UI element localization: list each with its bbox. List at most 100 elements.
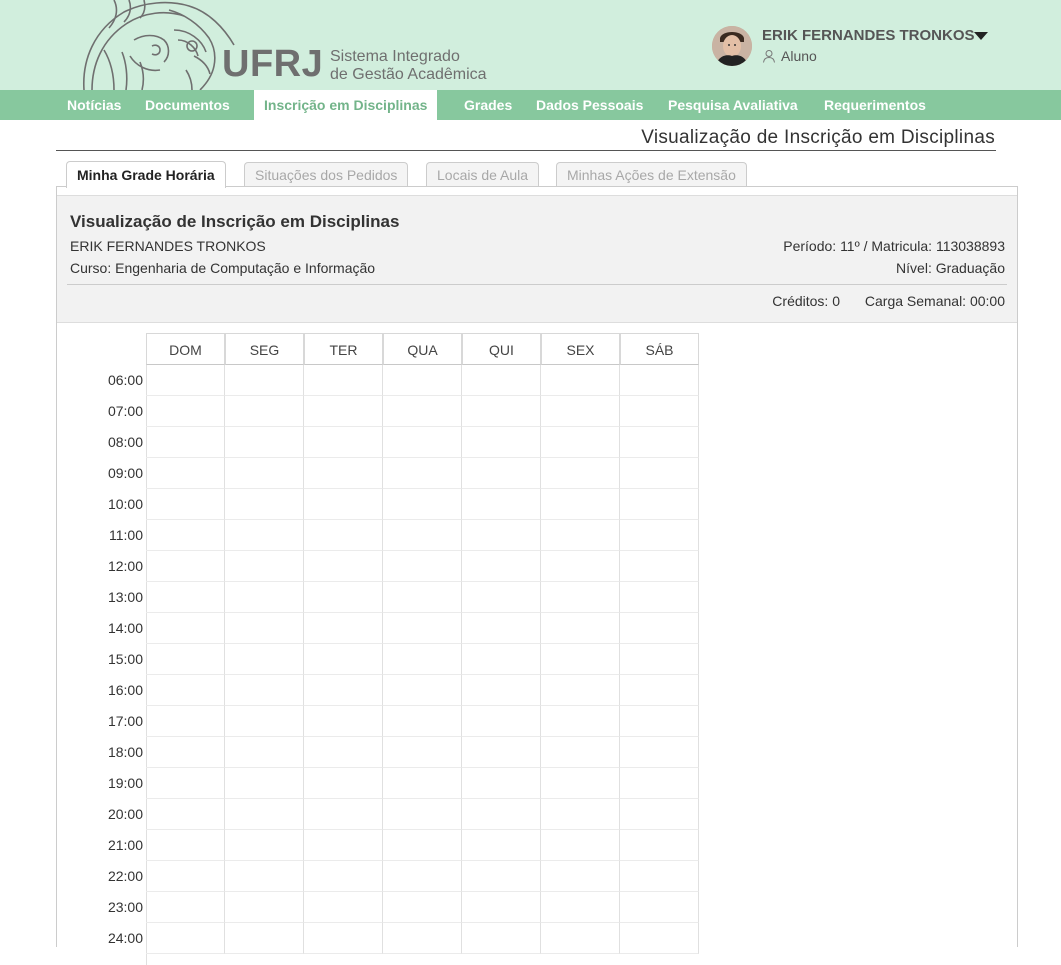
system-name-line2: de Gestão Acadêmica <box>330 66 487 83</box>
system-name: Sistema Integrado de Gestão Acadêmica <box>330 48 487 84</box>
top-header: UFRJ Sistema Integrado de Gestão Acadêmi… <box>0 0 1061 90</box>
course-name: Curso: Engenharia de Computação e Inform… <box>70 260 376 276</box>
schedule-cell <box>383 489 462 520</box>
info-divider <box>67 284 1007 285</box>
schedule-cell <box>225 799 304 830</box>
schedule-cell <box>146 458 225 489</box>
schedule-cell <box>541 892 620 923</box>
period-registration: Período: 11º / Matricula: 113038893 <box>783 238 1005 254</box>
schedule-cell <box>541 489 620 520</box>
tab-locais-de-aula[interactable]: Locais de Aula <box>426 162 540 187</box>
student-name: ERIK FERNANDES TRONKOS <box>70 238 266 254</box>
page-title: Visualização de Inscrição em Disciplinas <box>641 127 995 148</box>
schedule-cell <box>620 613 699 644</box>
schedule-cell <box>462 396 541 427</box>
schedule-cell <box>383 675 462 706</box>
schedule-cell <box>304 551 383 582</box>
schedule-cell <box>225 706 304 737</box>
schedule-cell <box>304 365 383 396</box>
hour-label: 11:00 <box>109 527 143 543</box>
nav-item-grades[interactable]: Grades <box>464 90 512 120</box>
schedule-cell <box>383 830 462 861</box>
schedule-cell <box>225 737 304 768</box>
nav-item-documentos[interactable]: Documentos <box>145 90 230 120</box>
schedule-cell <box>462 520 541 551</box>
schedule-cell <box>383 427 462 458</box>
level: Nível: Graduação <box>896 260 1005 276</box>
nav-item-requerimentos[interactable]: Requerimentos <box>824 90 926 120</box>
schedule-cell <box>146 892 225 923</box>
schedule-cell <box>383 892 462 923</box>
tab-situacoes-dos-pedidos[interactable]: Situações dos Pedidos <box>244 162 409 187</box>
schedule-cell <box>146 582 225 613</box>
schedule-cell <box>146 520 225 551</box>
user-name: ERIK FERNANDES TRONKOS <box>762 27 975 44</box>
schedule-cell <box>541 613 620 644</box>
schedule-cell <box>620 582 699 613</box>
schedule-cell <box>304 923 383 954</box>
schedule-cell <box>620 768 699 799</box>
schedule-cell <box>541 706 620 737</box>
schedule-cell <box>541 551 620 582</box>
schedule-cell <box>383 923 462 954</box>
hour-label: 21:00 <box>107 837 143 853</box>
schedule-cell <box>146 675 225 706</box>
schedule-cell <box>383 799 462 830</box>
ufrj-emblem-icon <box>83 0 235 90</box>
schedule-cell <box>304 706 383 737</box>
hour-label: 15:00 <box>107 651 143 667</box>
hour-label: 12:00 <box>107 558 143 574</box>
weekly-load: Carga Semanal: 00:00 <box>864 293 1005 309</box>
schedule-cell <box>462 458 541 489</box>
schedule-cell <box>462 799 541 830</box>
chevron-down-icon[interactable] <box>974 32 988 40</box>
schedule-cell <box>620 365 699 396</box>
schedule-cell <box>462 365 541 396</box>
nav-item-noticias[interactable]: Notícias <box>67 90 121 120</box>
enrollment-info-box: Visualização de Inscrição em Disciplinas… <box>57 195 1017 323</box>
user-icon <box>763 50 775 63</box>
tab-minhas-acoes-de-extensao[interactable]: Minhas Ações de Extensão <box>556 162 747 187</box>
schedule-cell <box>383 520 462 551</box>
schedule-cell <box>541 365 620 396</box>
hour-label: 07:00 <box>107 403 143 419</box>
schedule-cell <box>225 489 304 520</box>
avatar <box>712 26 752 66</box>
schedule-cell <box>225 551 304 582</box>
hour-label: 20:00 <box>107 806 143 822</box>
schedule-cell <box>146 768 225 799</box>
schedule-cell <box>462 675 541 706</box>
schedule-cell <box>620 830 699 861</box>
schedule-cell <box>225 365 304 396</box>
nav-item-inscricao-em-disciplinas[interactable]: Inscrição em Disciplinas <box>254 90 438 120</box>
tab-minha-grade-horaria[interactable]: Minha Grade Horária <box>66 161 226 188</box>
schedule-cell <box>304 675 383 706</box>
schedule-cell <box>146 644 225 675</box>
user-menu[interactable]: ERIK FERNANDES TRONKOS Aluno <box>712 26 1032 68</box>
schedule-cell <box>541 644 620 675</box>
schedule-cell <box>304 489 383 520</box>
schedule-cell <box>304 768 383 799</box>
hour-label: 22:00 <box>107 868 143 884</box>
schedule-cell <box>620 396 699 427</box>
schedule-cell <box>541 861 620 892</box>
nav-item-dados-pessoais[interactable]: Dados Pessoais <box>536 90 643 120</box>
nav-item-pesquisa-avaliativa[interactable]: Pesquisa Avaliativa <box>668 90 798 120</box>
schedule-cell <box>225 396 304 427</box>
schedule-cell <box>225 923 304 954</box>
schedule-cell <box>541 427 620 458</box>
day-header-0: DOM <box>146 333 225 365</box>
schedule-cell <box>225 768 304 799</box>
schedule-cell <box>304 396 383 427</box>
hour-label: 10:00 <box>107 496 143 512</box>
schedule-cell <box>225 861 304 892</box>
day-header-1: SEG <box>225 333 304 365</box>
schedule-cell <box>146 923 225 954</box>
info-title: Visualização de Inscrição em Disciplinas <box>70 212 400 231</box>
schedule-cell <box>225 613 304 644</box>
day-header-5: SEX <box>541 333 620 365</box>
schedule-cell <box>620 427 699 458</box>
schedule-cell <box>146 551 225 582</box>
schedule-cell <box>146 830 225 861</box>
day-header-3: QUA <box>383 333 462 365</box>
